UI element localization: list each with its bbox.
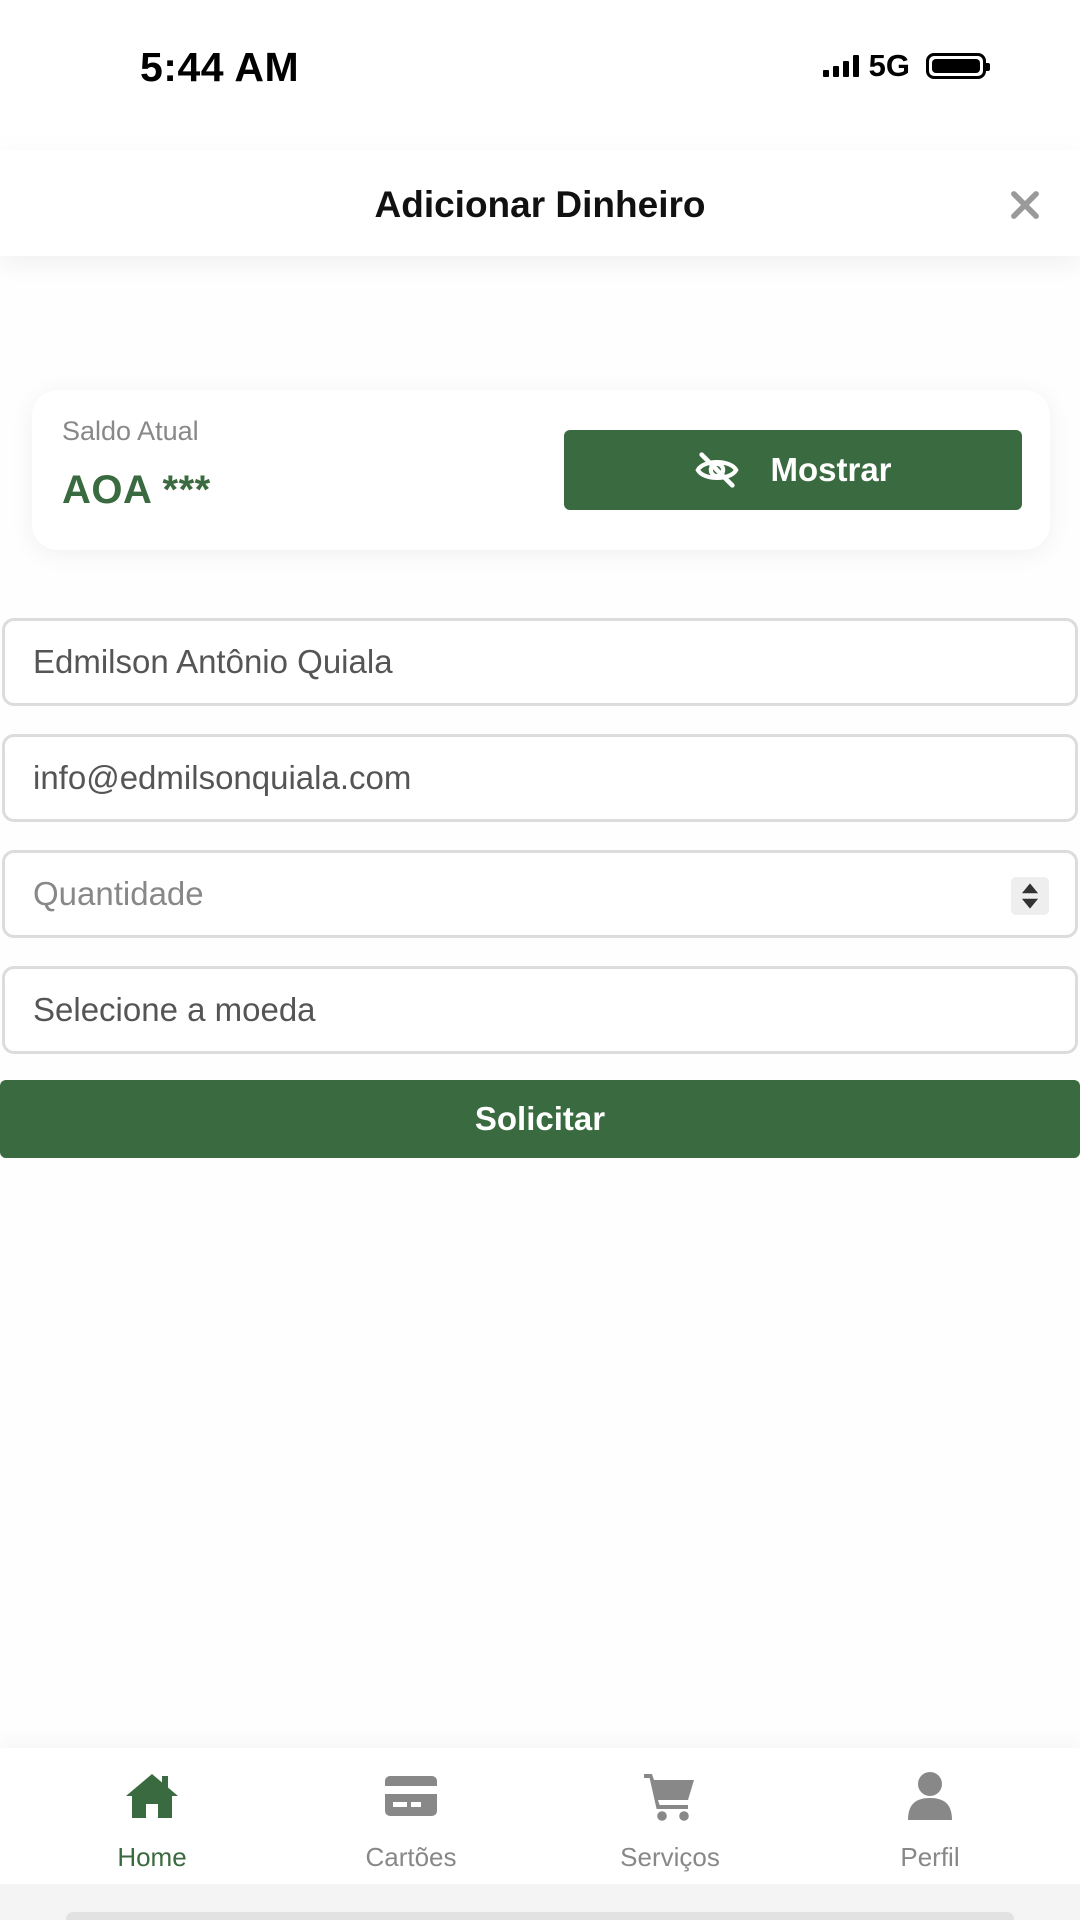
currency-select[interactable]: Selecione a moeda xyxy=(2,966,1078,1054)
balance-label: Saldo Atual xyxy=(62,416,199,446)
show-balance-label: Mostrar xyxy=(770,451,892,488)
user-icon xyxy=(908,1772,952,1820)
header: Adicionar Dinheiro xyxy=(0,150,1080,256)
status-indicators: 5G xyxy=(822,48,990,83)
add-money-screen: 5:44 AM 5G Adicionar Dinheiro Saldo Atua… xyxy=(0,0,1080,1920)
quantity-stepper[interactable] xyxy=(1011,877,1049,915)
email-value: info@edmilsonquiala.com xyxy=(33,759,412,796)
nav-item-home[interactable]: Home xyxy=(52,1748,252,1884)
quantity-input[interactable] xyxy=(33,875,1075,913)
submit-button[interactable]: Solicitar xyxy=(0,1080,1080,1158)
stepper-arrows-icon xyxy=(1021,883,1039,909)
balance-card: Saldo Atual AOA *** Mostrar xyxy=(32,390,1050,550)
close-button[interactable] xyxy=(998,178,1052,232)
nav-label-profile: Perfil xyxy=(900,1842,960,1872)
home-indicator-area xyxy=(0,1884,1080,1920)
name-field[interactable]: Edmilson Antônio Quiala xyxy=(2,618,1078,706)
show-balance-button[interactable]: Mostrar xyxy=(564,430,1022,510)
nav-item-services[interactable]: Serviços xyxy=(570,1748,770,1884)
nav-label-services: Serviços xyxy=(620,1842,720,1872)
nav-item-cards[interactable]: Cartões xyxy=(311,1748,511,1884)
battery-fill xyxy=(932,59,980,73)
close-icon xyxy=(1011,191,1039,219)
signal-icon xyxy=(822,55,859,77)
home-icon xyxy=(126,1774,178,1818)
battery-icon xyxy=(926,53,990,79)
status-bar: 5:44 AM 5G xyxy=(0,0,1080,135)
cart-icon xyxy=(644,1774,694,1821)
bottom-nav: Home Cartões Serviços Perfil xyxy=(0,1748,1080,1884)
status-time: 5:44 AM xyxy=(140,44,300,90)
quantity-field[interactable] xyxy=(2,850,1078,938)
page-title: Adicionar Dinheiro xyxy=(374,184,706,225)
eye-slash-icon xyxy=(695,452,740,488)
nav-label-home: Home xyxy=(117,1842,187,1872)
currency-select-placeholder: Selecione a moeda xyxy=(33,991,316,1028)
nav-item-profile[interactable]: Perfil xyxy=(830,1748,1030,1884)
credit-card-icon xyxy=(385,1776,437,1816)
home-indicator[interactable] xyxy=(66,1912,1014,1920)
email-field[interactable]: info@edmilsonquiala.com xyxy=(2,734,1078,822)
name-value: Edmilson Antônio Quiala xyxy=(33,643,393,680)
balance-value: AOA *** xyxy=(62,468,211,512)
nav-label-cards: Cartões xyxy=(365,1842,457,1872)
network-type: 5G xyxy=(868,48,910,83)
